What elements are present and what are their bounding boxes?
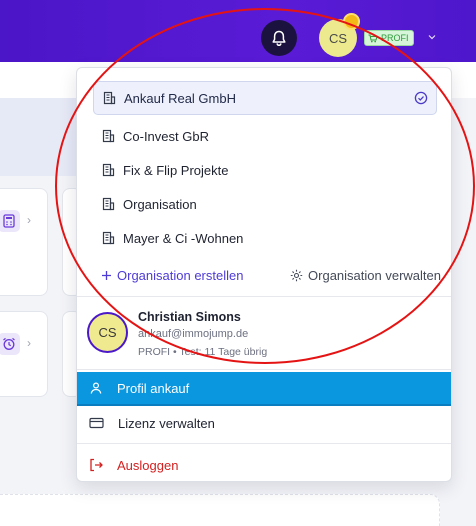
org-item-label: Organisation (123, 196, 197, 212)
create-organization-link[interactable]: Organisation erstellen (101, 268, 243, 283)
license-menu-item[interactable]: Lizenz verwalten (77, 406, 451, 440)
org-item-mayer-ci[interactable]: Mayer & Ci -Wohnen (93, 221, 437, 255)
check-circle-icon (414, 91, 428, 105)
org-item-label: Ankauf Real GmbH (124, 90, 236, 106)
cart-icon (368, 34, 378, 42)
user-name: Christian Simons (138, 310, 241, 324)
divider (77, 369, 451, 370)
profile-menu-label: Profil ankauf (117, 380, 190, 396)
plus-icon (102, 270, 111, 280)
bell-icon (272, 30, 286, 46)
divider (77, 443, 451, 444)
user-info-block: CS Christian Simons ankauf@immojump.de P… (87, 308, 447, 364)
org-item-organisation[interactable]: Organisation (93, 187, 437, 221)
divider (77, 296, 451, 297)
avatar-initials: CS (328, 30, 348, 46)
user-avatar-initials: CS (98, 325, 117, 340)
calculator-icon (0, 210, 20, 232)
building-icon (102, 231, 115, 245)
building-icon (103, 91, 116, 105)
manage-organization-label: Organisation verwalten (308, 267, 441, 283)
building-icon (102, 163, 115, 177)
plan-badge-label: PROFI (381, 33, 409, 43)
page-bottom-panel (0, 494, 440, 526)
profile-menu-item[interactable]: Profil ankauf (77, 372, 451, 406)
chevron-right-icon: › (27, 336, 31, 350)
org-item-label: Fix & Flip Projekte (123, 162, 229, 178)
page-banner (0, 98, 80, 176)
chevron-down-icon[interactable] (426, 31, 438, 43)
org-item-co-invest[interactable]: Co-Invest GbR (93, 119, 437, 153)
create-organization-label: Organisation erstellen (117, 267, 244, 283)
manage-organization-link[interactable]: Organisation verwalten (290, 268, 441, 283)
user-plan-status: PROFI • Test: 11 Tage übrig (138, 346, 268, 358)
logout-menu-label: Ausloggen (117, 457, 179, 473)
building-icon (102, 129, 115, 143)
user-icon (90, 382, 102, 394)
org-item-label: Co-Invest GbR (123, 128, 209, 144)
dashboard-card[interactable] (0, 188, 48, 296)
logout-menu-item[interactable]: Ausloggen (77, 448, 451, 482)
logout-icon (90, 458, 103, 472)
credit-card-icon (89, 417, 104, 429)
org-item-fix-flip[interactable]: Fix & Flip Projekte (93, 153, 437, 187)
account-dropdown-menu: Ankauf Real GmbH Co-Invest GbR Fix & Fli… (76, 67, 452, 482)
avatar: CS (87, 312, 128, 353)
org-item-ankauf-real[interactable]: Ankauf Real GmbH (93, 81, 437, 115)
org-item-label: Mayer & Ci -Wohnen (123, 230, 244, 246)
user-email: ankauf@immojump.de (138, 328, 249, 340)
chevron-right-icon: › (27, 213, 31, 227)
notification-badge-dot (343, 13, 360, 30)
gear-icon (290, 269, 303, 281)
alarm-clock-icon (0, 333, 20, 355)
license-menu-label: Lizenz verwalten (118, 415, 215, 431)
plan-badge: PROFI (364, 30, 414, 46)
notifications-button[interactable] (261, 20, 297, 56)
org-actions-row: Organisation erstellen Organisation verw… (101, 265, 441, 285)
building-icon (102, 197, 115, 211)
